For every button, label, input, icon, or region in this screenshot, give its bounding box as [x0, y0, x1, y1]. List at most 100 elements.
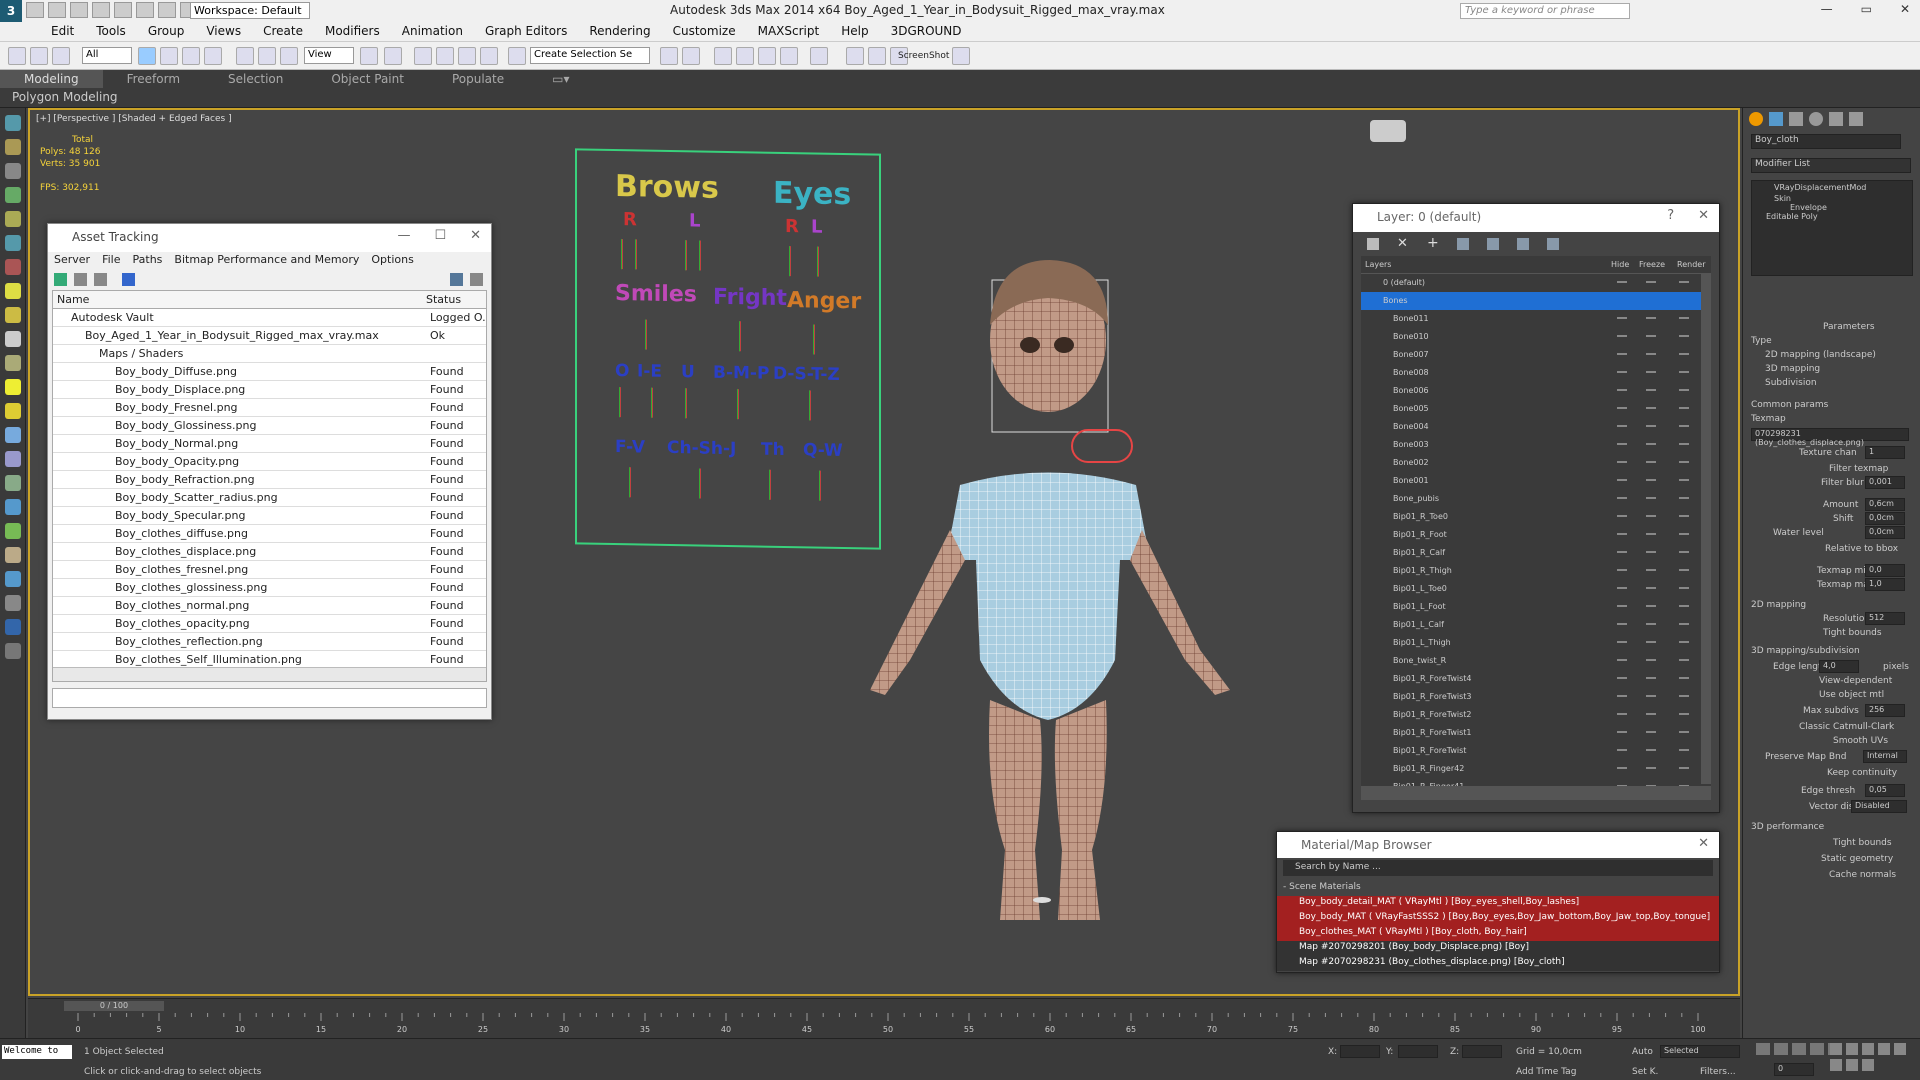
key-filter-dropdown[interactable]: Selected: [1660, 1045, 1740, 1058]
tab-modeling[interactable]: Modeling: [0, 70, 103, 88]
scene-materials-header[interactable]: - Scene Materials: [1277, 878, 1719, 896]
tree-view-icon[interactable]: [94, 273, 107, 286]
maximize-viewport-icon[interactable]: [1862, 1059, 1874, 1071]
previous-frame-icon[interactable]: [1774, 1043, 1788, 1055]
menu-3dground[interactable]: 3DGROUND: [880, 22, 973, 41]
refresh-icon[interactable]: [54, 273, 67, 286]
tool-icon-18[interactable]: [5, 523, 21, 539]
max-subdivs-input[interactable]: 256: [1865, 704, 1905, 717]
close-icon[interactable]: ✕: [1698, 208, 1709, 223]
tool-icon-6[interactable]: [5, 235, 21, 251]
open-file-icon[interactable]: [48, 2, 66, 18]
resolution-input[interactable]: 512: [1865, 612, 1905, 625]
tool-icon-9[interactable]: [5, 307, 21, 323]
time-slider[interactable]: 0 / 100: [64, 1001, 164, 1011]
list-item[interactable]: Bip01_R_Foot: [1361, 526, 1711, 544]
list-item[interactable]: Bip01_R_ForeTwist4: [1361, 670, 1711, 688]
tool-icon-21[interactable]: [5, 595, 21, 611]
view-dependent-checkbox[interactable]: View-dependent: [1819, 676, 1892, 686]
menu-animation[interactable]: Animation: [391, 22, 474, 41]
list-item[interactable]: Bip01_L_Thigh: [1361, 634, 1711, 652]
table-row[interactable]: Boy_body_Normal.png Found: [53, 435, 486, 453]
cache-normals-checkbox[interactable]: Cache normals: [1829, 870, 1896, 880]
key-filters-button[interactable]: Filters...: [1700, 1067, 1736, 1077]
minimize-icon[interactable]: —: [397, 228, 410, 243]
list-item[interactable]: Bone001: [1361, 472, 1711, 490]
list-item[interactable]: Bone003: [1361, 436, 1711, 454]
list-item[interactable]: Bip01_R_ForeTwist1: [1361, 724, 1711, 742]
list-item[interactable]: Bip01_R_ForeTwist3: [1361, 688, 1711, 706]
menu-options[interactable]: Options: [369, 253, 415, 269]
save-file-icon[interactable]: [70, 2, 88, 18]
zoom-extents-all-icon[interactable]: [1878, 1043, 1890, 1055]
path-field[interactable]: [52, 688, 487, 708]
preserve-map-dropdown[interactable]: Internal: [1863, 750, 1907, 763]
help-icon[interactable]: [450, 273, 463, 286]
freeze-all-icon[interactable]: [1547, 238, 1559, 250]
tab-freeform[interactable]: Freeform: [103, 70, 204, 88]
select-object-icon[interactable]: [138, 47, 156, 65]
pivot-icon[interactable]: [360, 47, 378, 65]
tool-icon-11[interactable]: [5, 355, 21, 371]
scale-icon[interactable]: [280, 47, 298, 65]
list-item[interactable]: Bip01_R_ForeTwist: [1361, 742, 1711, 760]
use-object-mtl-checkbox[interactable]: Use object mtl: [1819, 690, 1884, 700]
close-icon[interactable]: ✕: [1900, 2, 1910, 16]
menu-modifiers[interactable]: Modifiers: [314, 22, 391, 41]
add-to-layer-icon[interactable]: +: [1427, 235, 1439, 251]
tool-icon-15[interactable]: [5, 451, 21, 467]
material-row[interactable]: Boy_body_MAT ( VRayFastSSS2 ) [Boy,Boy_e…: [1277, 911, 1719, 926]
set-key-button[interactable]: Set K.: [1632, 1067, 1658, 1077]
tight-bounds-checkbox[interactable]: Tight bounds: [1823, 628, 1882, 638]
col-layers[interactable]: Layers: [1365, 260, 1391, 269]
menu-help[interactable]: Help: [830, 22, 879, 41]
list-item[interactable]: Bip01_L_Foot: [1361, 598, 1711, 616]
selection-filter-dropdown[interactable]: All: [82, 47, 132, 64]
table-row[interactable]: Boy_clothes_opacity.png Found: [53, 615, 486, 633]
modify-tab-icon[interactable]: [1769, 112, 1783, 126]
pan-icon[interactable]: [1830, 1059, 1842, 1071]
display-tab-icon[interactable]: [1829, 112, 1843, 126]
table-row[interactable]: Boy_body_Refraction.png Found: [53, 471, 486, 489]
viewport-label[interactable]: [+] [Perspective ] [Shaded + Edged Faces…: [36, 114, 232, 124]
material-editor-icon[interactable]: [810, 47, 828, 65]
list-item[interactable]: Bip01_R_Toe0: [1361, 508, 1711, 526]
radio-2d-mapping[interactable]: 2D mapping (landscape): [1765, 350, 1876, 360]
table-row[interactable]: Boy_body_Diffuse.png Found: [53, 363, 486, 381]
table-row[interactable]: Boy_body_Scatter_radius.png Found: [53, 489, 486, 507]
z-coord-input[interactable]: [1462, 1045, 1502, 1058]
list-item[interactable]: Bip01_R_Finger42: [1361, 760, 1711, 778]
y-coord-input[interactable]: [1398, 1045, 1438, 1058]
maxscript-listener[interactable]: Welcome to: [2, 1045, 72, 1059]
tool-icon-20[interactable]: [5, 571, 21, 587]
edit-named-selection-icon[interactable]: [508, 47, 526, 65]
tool-icon-13[interactable]: [5, 403, 21, 419]
material-row[interactable]: Map #2070298231 (Boy_clothes_displace.pn…: [1277, 956, 1719, 971]
amount-input[interactable]: 0,6cm: [1865, 498, 1905, 511]
horizontal-scrollbar[interactable]: [53, 667, 486, 681]
material-row[interactable]: Boy_clothes_MAT ( VRayMtl ) [Boy_cloth, …: [1277, 926, 1719, 941]
col-hide[interactable]: Hide: [1611, 260, 1629, 269]
link-icon[interactable]: [8, 47, 26, 65]
workspace-dropdown[interactable]: Workspace: Default: [190, 2, 310, 19]
tool-icon-17[interactable]: [5, 499, 21, 515]
tool-icon-8[interactable]: [5, 283, 21, 299]
graphite-toggle-icon[interactable]: [736, 47, 754, 65]
table-row[interactable]: Boy_body_Glossiness.png Found: [53, 417, 486, 435]
stack-item[interactable]: Editable Poly: [1752, 212, 1912, 221]
add-time-tag-button[interactable]: Add Time Tag: [1516, 1067, 1576, 1077]
col-render[interactable]: Render: [1677, 260, 1705, 269]
table-row[interactable]: Boy_clothes_glossiness.png Found: [53, 579, 486, 597]
schematic-view-icon[interactable]: [780, 47, 798, 65]
table-row[interactable]: Boy_clothes_reflection.png Found: [53, 633, 486, 651]
table-row[interactable]: Boy_Aged_1_Year_in_Bodysuit_Rigged_max_v…: [53, 327, 486, 345]
vertical-scrollbar[interactable]: [1701, 274, 1711, 784]
orbit-icon[interactable]: [1846, 1059, 1858, 1071]
table-row[interactable]: Boy_body_Displace.png Found: [53, 381, 486, 399]
vector-displ-dropdown[interactable]: Disabled: [1851, 800, 1907, 813]
material-row[interactable]: Map #2070298201 (Boy_body_Displace.png) …: [1277, 941, 1719, 956]
field-of-view-icon[interactable]: [1894, 1043, 1906, 1055]
play-icon[interactable]: [1792, 1043, 1806, 1055]
zoom-extents-icon[interactable]: [1862, 1043, 1874, 1055]
menu-graph-editors[interactable]: Graph Editors: [474, 22, 578, 41]
